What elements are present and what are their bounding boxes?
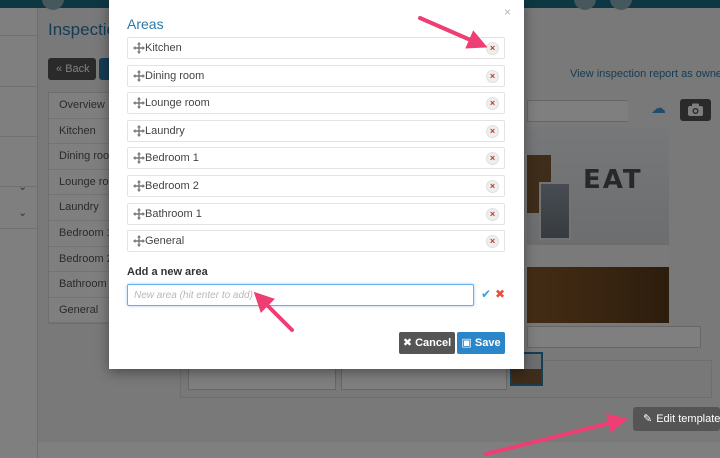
area-row[interactable]: Kitchen × <box>127 37 505 59</box>
area-row[interactable]: Bathroom 1 × <box>127 202 505 225</box>
area-label: Lounge room <box>145 97 210 110</box>
area-label: Dining room <box>145 69 205 82</box>
save-label: Save <box>474 337 501 349</box>
cancel-label: Cancel <box>415 337 452 349</box>
save-icon: ▣ <box>461 337 472 349</box>
pencil-icon: ✎ <box>643 413 653 425</box>
close-icon[interactable]: × <box>504 6 511 18</box>
move-handle-icon[interactable] <box>133 124 145 137</box>
remove-area-icon[interactable]: × <box>486 235 499 249</box>
area-row[interactable]: Laundry × <box>127 119 505 142</box>
area-row[interactable]: Bedroom 1 × <box>127 147 505 170</box>
confirm-check-icon[interactable]: ✔ <box>481 287 491 301</box>
remove-area-icon[interactable]: × <box>486 97 499 111</box>
area-label: Kitchen <box>145 42 182 54</box>
cancel-add-icon[interactable]: ✖ <box>495 287 505 301</box>
area-row[interactable]: Dining room × <box>127 64 505 87</box>
areas-modal: Areas × Kitchen × Dining room × Lounge r… <box>109 0 524 369</box>
area-list: Kitchen × Dining room × Lounge room × La… <box>127 37 505 258</box>
move-handle-icon[interactable] <box>133 235 145 248</box>
move-handle-icon[interactable] <box>133 42 145 54</box>
area-row[interactable]: General × <box>127 230 505 253</box>
remove-area-icon[interactable]: × <box>486 179 499 193</box>
remove-area-icon[interactable]: × <box>486 152 499 166</box>
edit-template-label: Edit template <box>656 413 720 425</box>
remove-area-icon[interactable]: × <box>486 124 499 138</box>
move-handle-icon[interactable] <box>133 152 145 165</box>
remove-area-icon[interactable]: × <box>486 207 499 221</box>
times-icon: ✖ <box>402 337 413 349</box>
area-row[interactable]: Lounge room × <box>127 92 505 115</box>
area-label: General <box>145 235 185 248</box>
area-label: Bathroom 1 <box>145 207 202 220</box>
move-handle-icon[interactable] <box>133 207 145 220</box>
edit-template-button[interactable]: ✎ Edit template <box>633 407 720 431</box>
remove-area-icon[interactable]: × <box>486 69 499 83</box>
area-row[interactable]: Bedroom 2 × <box>127 174 505 197</box>
move-handle-icon[interactable] <box>133 69 145 82</box>
area-label: Bedroom 1 <box>145 152 199 165</box>
save-button[interactable]: ▣ Save <box>457 332 505 354</box>
move-handle-icon[interactable] <box>133 179 145 192</box>
area-label: Bedroom 2 <box>145 179 199 192</box>
move-handle-icon[interactable] <box>133 97 145 110</box>
new-area-input[interactable] <box>127 284 474 306</box>
area-label: Laundry <box>145 124 185 137</box>
cancel-button[interactable]: ✖ Cancel <box>399 332 455 354</box>
add-area-label: Add a new area <box>127 266 208 278</box>
remove-area-icon[interactable]: × <box>486 42 499 55</box>
modal-title: Areas <box>127 16 164 32</box>
